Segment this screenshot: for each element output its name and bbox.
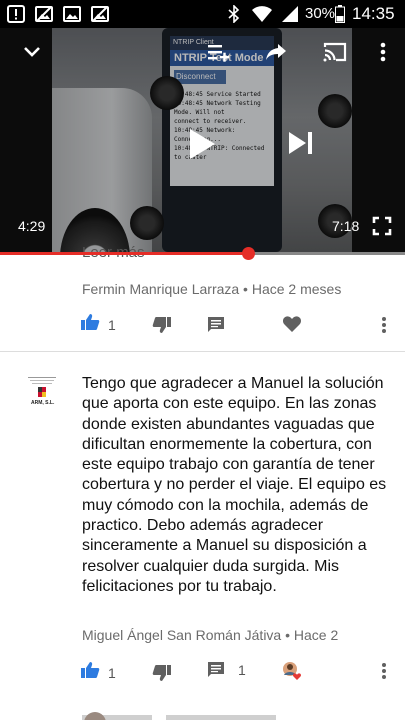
heart-button[interactable]: [282, 315, 302, 333]
comment-menu-icon[interactable]: [381, 316, 387, 334]
fullscreen-icon[interactable]: [370, 214, 394, 238]
dislike-button[interactable]: [152, 664, 172, 682]
comment-body: Tengo que agradecer a Manuel la solución…: [82, 375, 387, 595]
bluetooth-icon: [226, 4, 242, 24]
progress-scrubber[interactable]: [242, 247, 256, 260]
add-to-playlist-icon[interactable]: [204, 40, 232, 64]
commenter-avatar[interactable]: ARM, S.L.: [24, 376, 60, 412]
next-comment-partial: [82, 708, 362, 720]
elapsed-time: 4:29: [18, 218, 46, 234]
reply-count: 1: [238, 662, 246, 678]
creator-heart-avatar: [282, 661, 302, 681]
like-count: 1: [108, 664, 116, 681]
avatar-caption: ARM, S.L.: [31, 400, 55, 406]
signal-icon: [280, 4, 300, 24]
company-logo-image: [28, 377, 56, 397]
skip-next-icon[interactable]: [284, 126, 318, 160]
thumbs-up-icon: [80, 313, 100, 336]
dislike-button[interactable]: [152, 316, 172, 334]
battery-percent: 30%: [305, 5, 336, 22]
more-vert-icon[interactable]: [372, 40, 394, 64]
image-off-icon: [90, 4, 110, 24]
comment-divider: [0, 351, 405, 352]
alert-icon: [6, 4, 26, 24]
thumbs-up-icon: [80, 661, 100, 684]
progress-fill: [0, 252, 249, 255]
comment-icon: [208, 662, 224, 677]
play-icon[interactable]: [182, 124, 222, 164]
video-player[interactable]: NTRIP Client NTRIP Test Mode Disconnect …: [0, 28, 405, 252]
wifi-icon: [250, 4, 274, 24]
clock: 14:35: [352, 4, 395, 23]
cast-icon[interactable]: [320, 40, 350, 64]
like-button[interactable]: 1: [80, 313, 116, 336]
reply-button[interactable]: [206, 316, 226, 334]
status-bar: 30% 14:35: [0, 0, 405, 28]
video-progress-bar[interactable]: [0, 247, 405, 260]
comment-author-line: Miguel Ángel San Román Játiva • Hace 2: [82, 627, 339, 643]
total-duration: 7:18: [332, 218, 360, 234]
comment-menu-icon[interactable]: [381, 662, 387, 680]
thumbs-down-icon: [152, 317, 171, 333]
heart-icon: [282, 316, 302, 332]
comment-icon: [208, 317, 224, 332]
share-icon[interactable]: [262, 40, 290, 64]
like-count: 1: [108, 316, 116, 333]
thumbs-down-icon: [152, 665, 171, 681]
comment-author-line: Fermin Manrique Larraza • Hace 2 meses: [82, 281, 342, 297]
like-button[interactable]: 1: [80, 661, 116, 684]
collapse-chevron-icon[interactable]: [18, 40, 46, 64]
image-icon: [62, 4, 82, 24]
reply-button[interactable]: 1: [206, 661, 246, 679]
image-off-icon: [34, 4, 54, 24]
battery-icon: [333, 4, 347, 24]
